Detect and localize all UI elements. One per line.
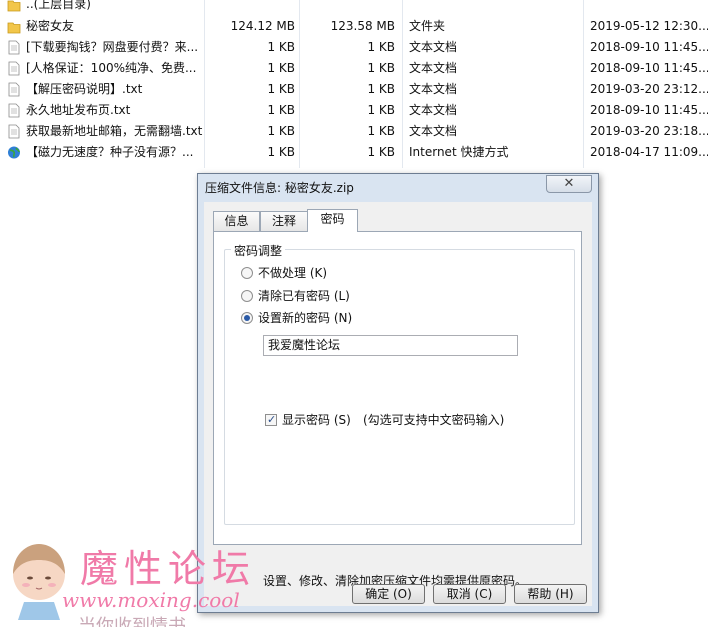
- text-file-icon: [8, 61, 20, 76]
- file-size: 1 KB: [267, 40, 295, 54]
- file-date: 2018-09-10 11:45...: [590, 61, 708, 75]
- password-tab-panel: 密码调整 不做处理 (K) 清除已有密码 (L) 设置新的密码 (N) 我爱魔性…: [213, 231, 582, 545]
- watermark-bottom-text: 当你收到情书: [78, 616, 186, 627]
- file-type: Internet 快捷方式: [409, 145, 509, 159]
- password-group: 密码调整 不做处理 (K) 清除已有密码 (L) 设置新的密码 (N) 我爱魔性…: [224, 242, 575, 525]
- file-date: 2019-05-12 12:30...: [590, 19, 708, 33]
- folder-icon: [7, 22, 21, 34]
- watermark-url: www.moxing.cool: [62, 588, 240, 612]
- file-packed-size: 1 KB: [367, 40, 395, 54]
- file-date: 2018-09-10 11:45...: [590, 40, 708, 54]
- option-label: 设置新的密码 (N): [258, 311, 353, 325]
- watermark: 魔性论坛 www.moxing.cool 当你收到情书: [0, 530, 290, 627]
- close-button[interactable]: ✕: [546, 175, 592, 193]
- file-packed-size: 1 KB: [367, 145, 395, 159]
- file-size: 1 KB: [267, 61, 295, 75]
- help-button[interactable]: 帮助 (H): [514, 584, 587, 604]
- watermark-title: 魔性论坛: [80, 547, 257, 591]
- text-file-icon: [8, 124, 20, 139]
- file-name: ..(上层目录): [26, 0, 91, 11]
- file-size: 1 KB: [267, 124, 295, 138]
- file-size: 1 KB: [267, 103, 295, 117]
- file-date: 2018-04-17 11:09...: [590, 145, 708, 159]
- file-date: 2019-03-20 23:12...: [590, 82, 708, 96]
- file-packed-size: 1 KB: [367, 103, 395, 117]
- file-packed-size: 1 KB: [367, 124, 395, 138]
- file-type: 文件夹: [409, 19, 446, 33]
- file-name: 获取最新地址邮箱，无需翻墙.txt: [26, 124, 203, 138]
- file-packed-size: 1 KB: [367, 61, 395, 75]
- radio-button[interactable]: [241, 290, 253, 302]
- file-date: 2018-09-10 11:45...: [590, 103, 708, 117]
- file-row[interactable]: 获取最新地址邮箱，无需翻墙.txt 1 KB 1 KB 文本文档 2019-03…: [0, 121, 708, 142]
- file-type: 文本文档: [409, 82, 458, 96]
- file-type: 文本文档: [409, 124, 458, 138]
- file-row[interactable]: 【解压密码说明】.txt 1 KB 1 KB 文本文档 2019-03-20 2…: [0, 79, 708, 100]
- cancel-button[interactable]: 取消 (C): [433, 584, 506, 604]
- password-input[interactable]: 我爱魔性论坛: [263, 335, 518, 356]
- file-date: 2019-03-20 23:18...: [590, 124, 708, 138]
- file-type: 文本文档: [409, 61, 458, 75]
- text-file-icon: [8, 40, 20, 55]
- folder-icon: [7, 0, 21, 12]
- file-row-parent-dir[interactable]: ..(上层目录): [0, 0, 708, 15]
- file-type: 文本文档: [409, 40, 458, 54]
- ok-button[interactable]: 确定 (O): [352, 584, 425, 604]
- file-name: 秘密女友: [26, 19, 75, 33]
- file-size: 1 KB: [267, 82, 295, 96]
- file-name: [人格保证：100%纯净、免费...: [26, 61, 197, 75]
- group-label: 密码调整: [231, 242, 286, 259]
- tab-password[interactable]: 密码: [307, 209, 358, 232]
- radio-button-selected[interactable]: [241, 312, 253, 324]
- file-name: 永久地址发布页.txt: [26, 103, 131, 117]
- text-file-icon: [8, 82, 20, 97]
- dialog-title: 压缩文件信息: 秘密女友.zip: [205, 181, 354, 195]
- file-row[interactable]: [下载要掏钱？网盘要付费？来... 1 KB 1 KB 文本文档 2018-09…: [0, 37, 708, 58]
- option-label: 不做处理 (K): [258, 266, 328, 280]
- file-packed-size: 1 KB: [367, 82, 395, 96]
- file-row[interactable]: 【磁力无速度？种子没有源？... 1 KB 1 KB Internet 快捷方式…: [0, 142, 708, 163]
- tab-comment[interactable]: 注释: [260, 211, 308, 231]
- file-row[interactable]: 永久地址发布页.txt 1 KB 1 KB 文本文档 2018-09-10 11…: [0, 100, 708, 121]
- file-name: 【磁力无速度？种子没有源？...: [26, 145, 194, 159]
- file-name: [下载要掏钱？网盘要付费？来...: [26, 40, 199, 54]
- tab-info[interactable]: 信息: [213, 211, 260, 231]
- show-password-hint: (勾选可支持中文密码输入): [363, 413, 505, 427]
- file-size: 124.12 MB: [230, 19, 295, 33]
- option-label: 清除已有密码 (L): [258, 289, 350, 303]
- internet-shortcut-icon: [8, 146, 20, 159]
- file-packed-size: 123.58 MB: [330, 19, 395, 33]
- file-type: 文本文档: [409, 103, 458, 117]
- radio-button[interactable]: [241, 267, 253, 279]
- file-size: 1 KB: [267, 145, 295, 159]
- file-row[interactable]: 秘密女友 124.12 MB 123.58 MB 文件夹 2019-05-12 …: [0, 16, 708, 37]
- file-row[interactable]: [人格保证：100%纯净、免费... 1 KB 1 KB 文本文档 2018-0…: [0, 58, 708, 79]
- text-file-icon: [8, 103, 20, 118]
- show-password-label: 显示密码 (S): [282, 413, 351, 427]
- show-password-checkbox[interactable]: [265, 412, 277, 428]
- file-name: 【解压密码说明】.txt: [26, 82, 143, 96]
